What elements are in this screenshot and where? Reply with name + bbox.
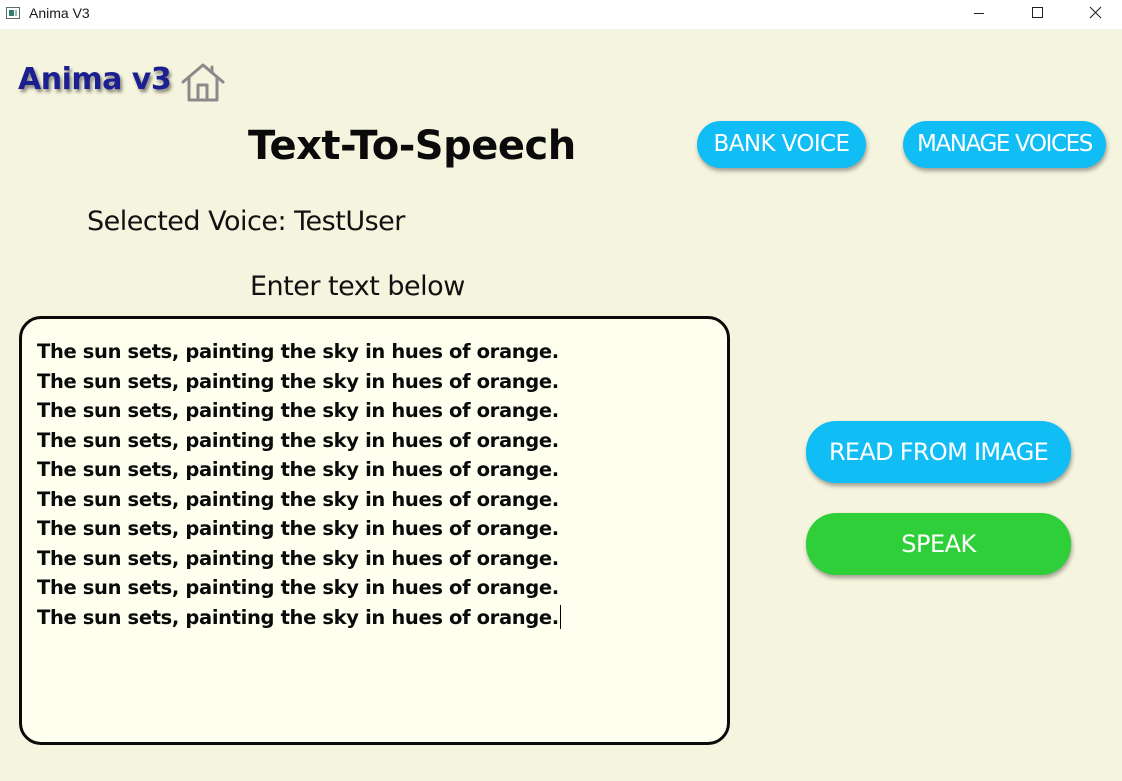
- text-input-area[interactable]: The sun sets, painting the sky in hues o…: [19, 316, 730, 745]
- maximize-button[interactable]: [1008, 0, 1066, 29]
- bank-voice-button[interactable]: BANK VOICE: [697, 121, 866, 168]
- page-title: Text-To-Speech: [248, 123, 576, 169]
- text-line: The sun sets, painting the sky in hues o…: [37, 605, 559, 629]
- app-icon: [6, 7, 20, 19]
- text-line: The sun sets, painting the sky in hues o…: [37, 369, 559, 393]
- read-from-image-button[interactable]: READ FROM IMAGE: [806, 421, 1071, 483]
- text-line: The sun sets, painting the sky in hues o…: [37, 340, 559, 363]
- text-line: The sun sets, painting the sky in hues o…: [37, 576, 559, 599]
- text-line: The sun sets, painting the sky in hues o…: [37, 458, 559, 481]
- window-title: Anima V3: [29, 5, 90, 21]
- text-line: The sun sets, painting the sky in hues o…: [37, 399, 559, 422]
- speak-button[interactable]: SPEAK: [806, 513, 1071, 575]
- text-line: The sun sets, painting the sky in hues o…: [37, 517, 559, 540]
- manage-voices-button[interactable]: MANAGE VOICES: [903, 121, 1106, 168]
- close-icon: [1089, 6, 1102, 19]
- text-line: The sun sets, painting the sky in hues o…: [37, 487, 559, 511]
- text-caret: [559, 604, 561, 629]
- maximize-icon: [1032, 7, 1043, 18]
- text-line: The sun sets, painting the sky in hues o…: [37, 546, 559, 570]
- text-input-label: Enter text below: [250, 271, 465, 302]
- app-brand: Anima v3: [18, 62, 172, 97]
- text-line: The sun sets, painting the sky in hues o…: [37, 428, 559, 452]
- minimize-icon: [974, 13, 984, 14]
- home-icon[interactable]: [180, 61, 226, 103]
- close-button[interactable]: [1066, 0, 1122, 29]
- minimize-button[interactable]: [950, 0, 1008, 29]
- selected-voice-label: Selected Voice: TestUser: [87, 206, 405, 237]
- window-titlebar: Anima V3: [0, 0, 1122, 29]
